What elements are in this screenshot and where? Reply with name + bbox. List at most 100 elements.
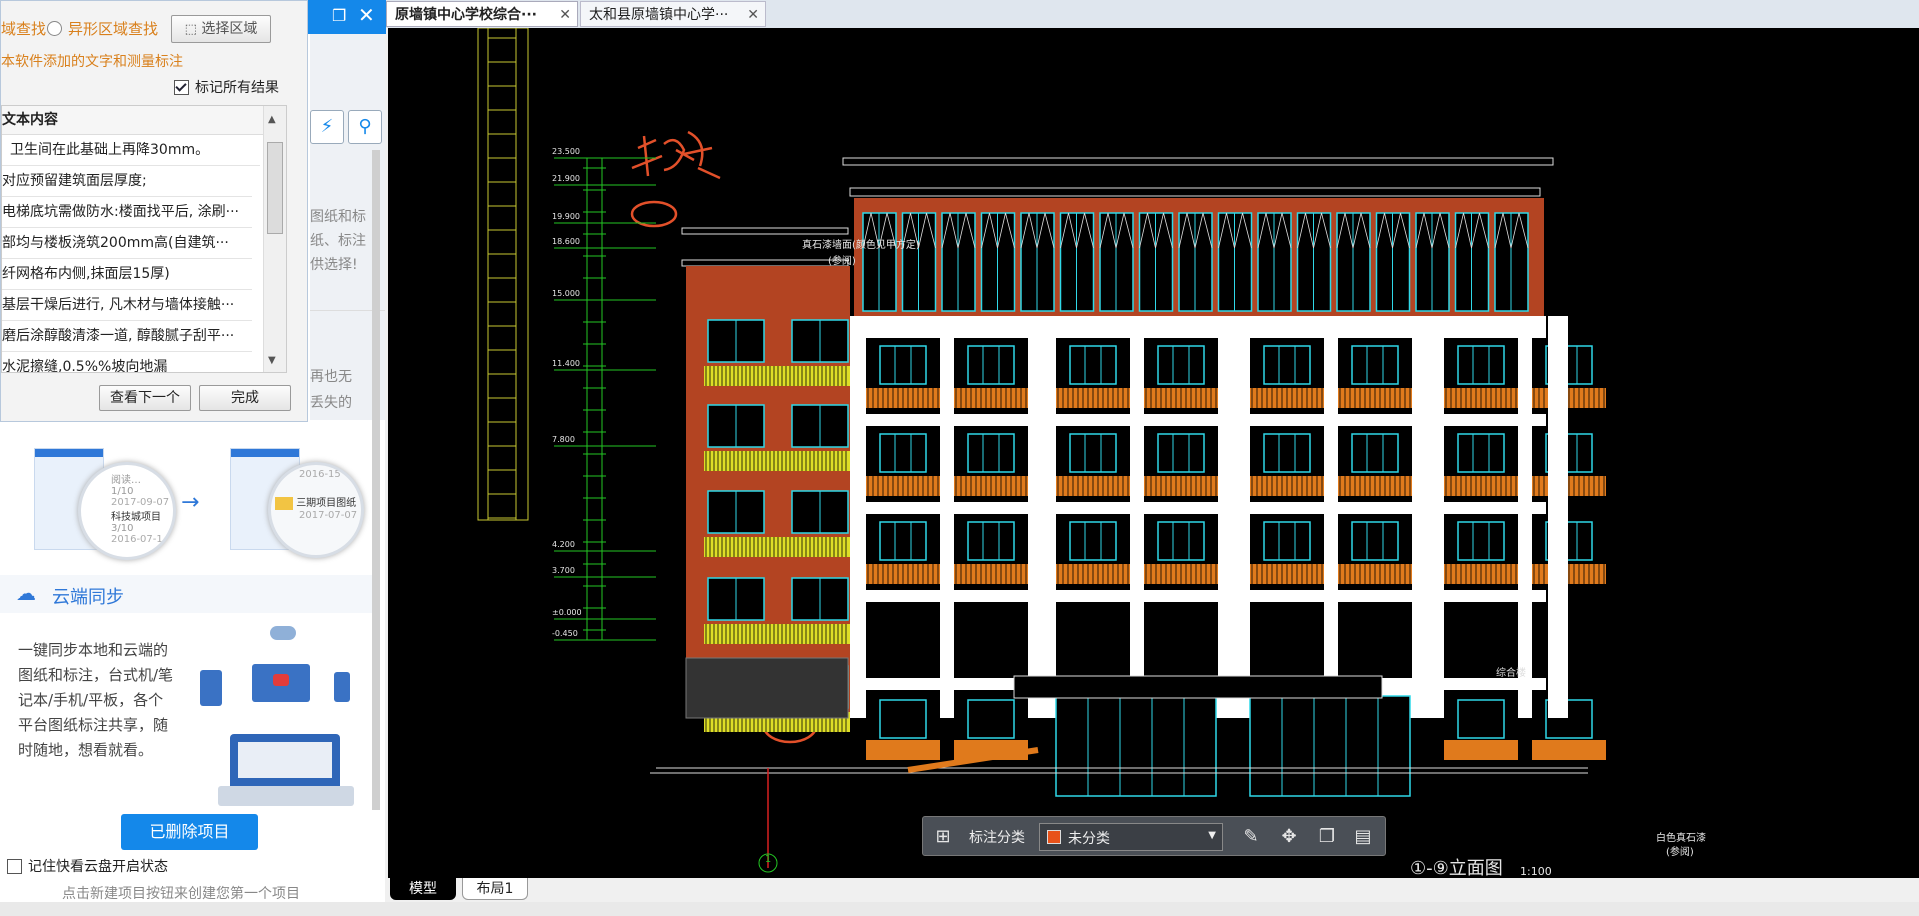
level-label: 15.000 [552, 289, 580, 298]
panel-scrollbar[interactable] [372, 150, 380, 810]
chevron-down-icon: ▼ [1208, 830, 1216, 841]
illus-meta-2: 3/10 [111, 523, 134, 534]
building-facade [650, 157, 1606, 797]
category-label: 标注分类 [969, 830, 1025, 846]
done-button[interactable]: 完成 [199, 385, 291, 411]
level-label: 3.700 [552, 566, 575, 575]
building-sign-text: 综合楼 [1496, 668, 1526, 679]
level-label: 4.200 [552, 540, 575, 549]
illus-name-2: 科技城项目 [111, 512, 161, 523]
cloud-upload-icon: ☁ [16, 581, 36, 605]
category-value: 未分类 [1068, 831, 1110, 847]
result-list: 文本内容 卫生间在此基础上再降30mm。 对应预留建筑面层厚度; 电梯底坑需做防水:… [1, 105, 287, 373]
tab-model[interactable]: 模型 [390, 878, 456, 900]
list-header: 文本内容 [2, 106, 286, 135]
mark-all-checkbox[interactable] [174, 79, 189, 95]
list-item[interactable]: 部均与楼板浇筑200mm高(自建筑··· [2, 228, 252, 259]
tablet-illus [334, 672, 350, 702]
category-select[interactable]: 未分类 ▼ [1039, 823, 1223, 851]
list-item[interactable]: 磨后涂醇酸清漆一道, 醇酸腻子刮平··· [2, 321, 252, 352]
search-scope-note: 本软件添加的文字和测量标注 [1, 54, 183, 70]
annotation-toolbar: ⊞ 标注分类 未分类 ▼ ✎ ✥ ❐ ▤ [922, 816, 1386, 856]
illus-date-1: 2017-09-07 [111, 497, 170, 508]
axis-circle-label: 1 [764, 854, 772, 865]
list-item[interactable]: 基层干燥后进行, 凡木材与墙体接触··· [2, 290, 252, 321]
search-icon[interactable]: ⚲ [348, 110, 382, 144]
sync-icon[interactable]: ⚡ [310, 110, 344, 144]
scroll-thumb[interactable] [267, 142, 283, 234]
drawing-canvas[interactable]: 真石漆墙面(颜色见甲方定) (参阅) 白色真石漆 (参阅) 综合楼 1 ①-⑨立… [388, 28, 1919, 878]
magnifier-2: 2016-15 三期项目图纸 2017-07-07 [268, 462, 364, 558]
level-label: 19.900 [552, 212, 580, 221]
mark-all-label: 标记所有结果 [195, 80, 279, 96]
left-panel: ⚡ ⚲ 图纸和标 纸、标注 供选择! 再也无 丢失的 ❐ ✕ 域查找 异形区域查… [0, 0, 386, 916]
tab-document-2[interactable]: 太和县原墙镇中心学··· ✕ [580, 1, 766, 27]
tab-layout1[interactable]: 布局1 [462, 878, 528, 900]
cloud-sync-header: ☁ 云端同步 [0, 575, 372, 613]
edit-icon[interactable]: ✎ [1241, 827, 1261, 847]
find-dialog: 域查找 异形区域查找 ⬚ 选择区域 本软件添加的文字和测量标注 标记所有结果 文… [0, 0, 308, 422]
list-item[interactable]: 卫生间在此基础上再降30mm。 [2, 135, 260, 166]
list-item[interactable]: 电梯底坑需做防水:楼面找平后, 涂刷··· [2, 197, 252, 228]
level-label: 23.500 [552, 147, 580, 156]
level-label: 7.800 [552, 435, 575, 444]
tab-close-icon[interactable]: ✕ [559, 2, 571, 28]
deleted-projects-button[interactable]: 已删除项目 [121, 814, 258, 850]
result-rows: 卫生间在此基础上再降30mm。 对应预留建筑面层厚度; 电梯底坑需做防水:楼面找平后… [2, 135, 286, 372]
tab-document-1-label: 原墙镇中心学校综合··· [395, 7, 537, 23]
panel-toolbar: ⚡ ⚲ [310, 110, 385, 150]
document-tabs: 原墙镇中心学校综合··· ✕ 太和县原墙镇中心学··· ✕ [386, 0, 1919, 28]
arrow-right-icon: → [181, 490, 200, 515]
view-next-button[interactable]: 查看下一个 [99, 385, 191, 411]
illus-name-3: 三期项目图纸 [296, 498, 357, 509]
cloud-sync-title: 云端同步 [52, 587, 124, 608]
facade-note-2b: (参阅) [1666, 847, 1694, 858]
level-label: 18.600 [552, 237, 580, 246]
monitor-illus [252, 664, 310, 702]
restore-icon[interactable]: ❐ [332, 6, 346, 25]
status-bar [0, 902, 1919, 916]
move-icon[interactable]: ✥ [1279, 827, 1299, 847]
select-region-label: 选择区域 [201, 21, 258, 37]
select-region-button[interactable]: ⬚ 选择区域 [171, 15, 271, 43]
laptop-illus [230, 734, 340, 794]
panel-titlebar: ❐ ✕ [308, 0, 386, 34]
list-scrollbar[interactable]: ▲ ▼ [263, 106, 286, 372]
illus-date-2: 2016-07-1 [111, 534, 163, 545]
close-icon[interactable]: ✕ [358, 3, 375, 27]
facade-note-1: 真石漆墙面(颜色见甲方定) [802, 240, 920, 251]
create-hint: 点击新建项目按钮来创建您第一个项目 [62, 886, 300, 902]
elevation-title: ①-⑨立面图 [1410, 858, 1503, 878]
elevation-scale: 1:100 [1520, 865, 1552, 878]
remember-checkbox[interactable] [7, 858, 22, 874]
phone-illus [200, 670, 222, 706]
level-label: ±0.000 [552, 608, 582, 617]
illus-meta-1: 1/10 [111, 486, 134, 497]
radio-irregular[interactable] [47, 21, 62, 36]
list-item[interactable]: 纤网格布内侧,抹面层15厚) [2, 259, 252, 290]
list-item[interactable]: 对应预留建筑面层厚度; [2, 166, 252, 197]
level-label: 11.400 [552, 359, 580, 368]
opt-region-search[interactable]: 域查找 [1, 18, 46, 39]
grid-icon[interactable]: ⊞ [933, 827, 953, 847]
opt-irregular-search[interactable]: 异形区域查找 [68, 18, 158, 39]
tab-document-1[interactable]: 原墙镇中心学校综合··· ✕ [386, 1, 578, 27]
tab-close-icon[interactable]: ✕ [747, 2, 759, 28]
copy-icon[interactable]: ❐ [1317, 827, 1337, 847]
paste-icon[interactable]: ▤ [1353, 827, 1373, 847]
remember-label: 记住快看云盘开启状态 [28, 859, 168, 875]
layout-tabs: 模型 布局1 [386, 878, 1919, 902]
cloud-sync-body: 一键同步本地和云端的图纸和标注，台式机/笔记本/手机/平板，各个平台图纸标注共享… [0, 614, 372, 810]
elevation-drawing [477, 28, 1606, 873]
list-item[interactable]: 水泥擦缝,0.5%%坡向地漏 [2, 352, 252, 372]
scroll-down-icon[interactable]: ▼ [268, 355, 276, 366]
tab-document-2-label: 太和县原墙镇中心学··· [589, 7, 729, 23]
illus-date-4: 2017-07-07 [299, 509, 358, 521]
level-label: 21.900 [552, 174, 580, 183]
cloud-illus [270, 626, 296, 640]
folder-icon [275, 496, 293, 510]
cloud-sync-desc: 一键同步本地和云端的图纸和标注，台式机/笔记本/手机/平板，各个平台图纸标注共享… [18, 641, 174, 759]
devices-illustration [200, 624, 360, 810]
facade-note-2: 白色真石漆 [1656, 833, 1706, 844]
scroll-up-icon[interactable]: ▲ [268, 114, 276, 125]
